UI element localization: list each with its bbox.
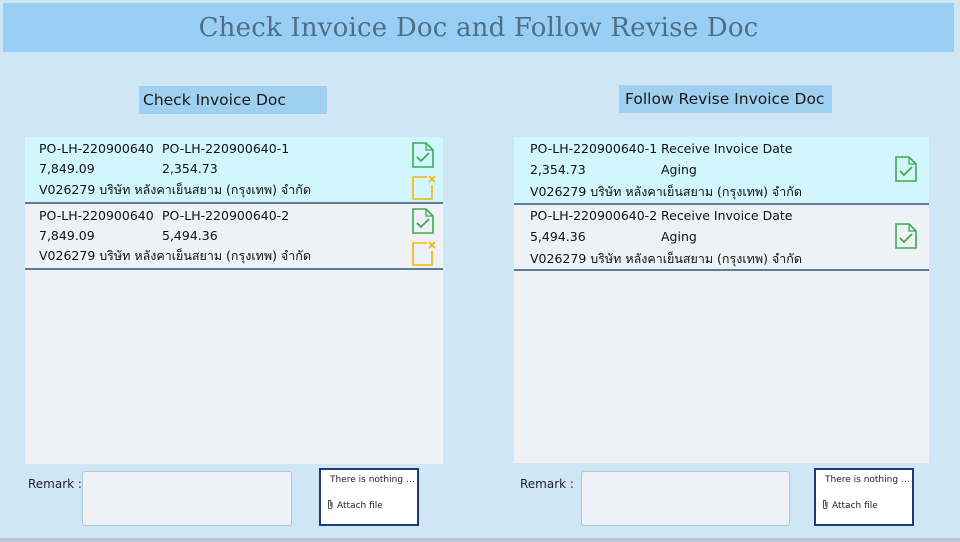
po-sub-number: PO-LH-220900640-1 [162,141,290,156]
po-sub-number: PO-LH-220900640-1 [530,141,658,156]
header-bar: Check Invoice Doc and Follow Revise Doc [3,3,954,52]
attach-file-label: Attach file [832,501,878,511]
po-number: PO-LH-220900640 [39,208,154,223]
attachments-empty-text: There is nothing a... [330,475,418,485]
invoice-amount: 5,494.36 [162,228,218,243]
aging-label: Aging [661,229,697,244]
attach-file-label: Attach file [337,501,383,511]
paperclip-icon [327,499,334,513]
page-title: Check Invoice Doc and Follow Revise Doc [198,12,759,43]
follow-revise-title: Follow Revise Invoice Doc [619,85,832,113]
follow-revise-title-text: Follow Revise Invoice Doc [625,90,825,108]
vendor-name: V026279 บริษัท หลังคาเย็นสยาม (กรุงเทพ) … [530,251,802,266]
attachments-empty-text: There is nothing a... [825,475,913,485]
document-check-icon[interactable] [894,156,918,182]
follow-revise-list[interactable]: PO-LH-220900640-1 Receive Invoice Date 2… [514,137,929,463]
list-item[interactable]: PO-LH-220900640-1 Receive Invoice Date 2… [514,137,929,205]
remark-label: Remark : [28,477,82,491]
list-item[interactable]: PO-LH-220900640 PO-LH-220900640-2 7,849.… [25,204,443,270]
po-sub-number: PO-LH-220900640-2 [162,208,290,223]
attachments-control[interactable]: There is nothing a... Attach file [319,468,419,526]
document-reject-icon[interactable] [411,174,436,200]
list-item[interactable]: PO-LH-220900640 PO-LH-220900640-1 7,849.… [25,137,443,204]
document-reject-icon[interactable] [411,240,436,266]
list-item[interactable]: PO-LH-220900640-2 Receive Invoice Date 5… [514,205,929,271]
document-check-icon[interactable] [411,208,435,234]
check-invoice-title-text: Check Invoice Doc [143,91,286,109]
attachments-control[interactable]: There is nothing a... Attach file [814,468,914,526]
po-total: 7,849.09 [39,228,95,243]
remark-input[interactable] [82,471,292,526]
receive-invoice-date-label: Receive Invoice Date [661,208,793,223]
paperclip-icon [822,499,829,513]
check-invoice-title: Check Invoice Doc [139,86,327,114]
po-sub-number: PO-LH-220900640-2 [530,208,658,223]
remark-label: Remark : [520,477,574,491]
receive-invoice-date-label: Receive Invoice Date [661,141,793,156]
check-invoice-list[interactable]: PO-LH-220900640 PO-LH-220900640-1 7,849.… [25,137,443,464]
invoice-amount: 2,354.73 [162,161,218,176]
invoice-amount: 2,354.73 [530,162,586,177]
vendor-name: V026279 บริษัท หลังคาเย็นสยาม (กรุงเทพ) … [530,184,802,199]
po-number: PO-LH-220900640 [39,141,154,156]
vendor-name: V026279 บริษัท หลังคาเย็นสยาม (กรุงเทพ) … [39,248,311,263]
aging-label: Aging [661,162,697,177]
vendor-name: V026279 บริษัท หลังคาเย็นสยาม (กรุงเทพ) … [39,182,311,197]
remark-input[interactable] [581,471,790,526]
attach-file-button[interactable]: Attach file [822,499,878,513]
po-total: 7,849.09 [39,161,95,176]
invoice-amount: 5,494.36 [530,229,586,244]
document-check-icon[interactable] [411,142,435,168]
bottom-border [0,538,960,542]
document-check-icon[interactable] [894,223,918,249]
attach-file-button[interactable]: Attach file [327,499,383,513]
